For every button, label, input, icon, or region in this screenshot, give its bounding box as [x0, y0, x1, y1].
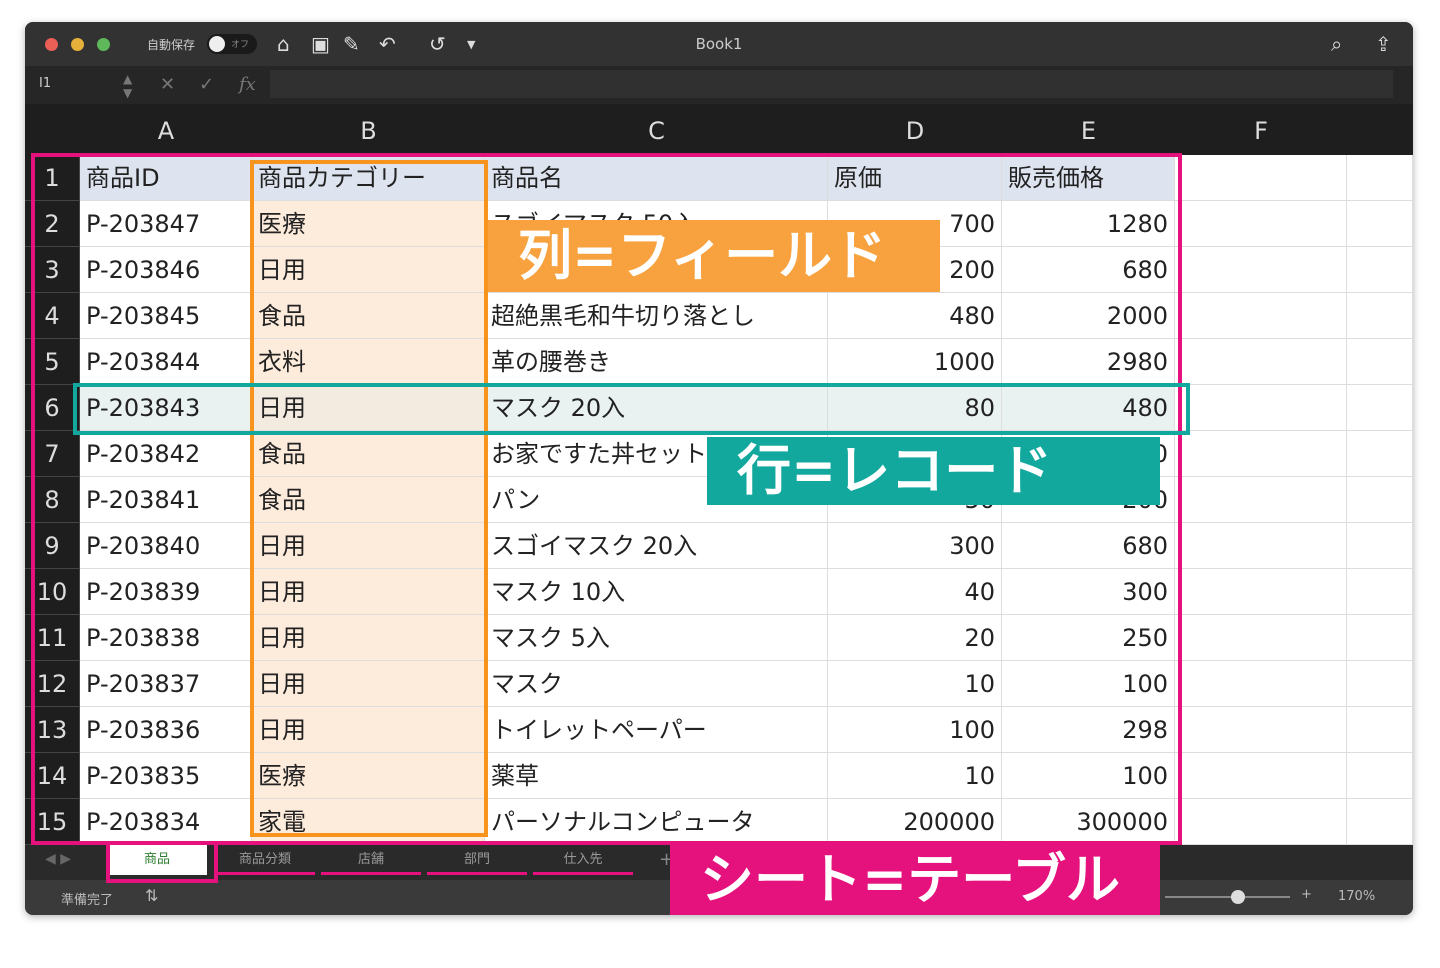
- sheet-tab[interactable]: 仕入先: [533, 845, 633, 875]
- function-icon[interactable]: fx: [239, 74, 256, 95]
- macro-record-icon[interactable]: ⇅: [145, 886, 158, 905]
- table-cell[interactable]: [1175, 523, 1347, 569]
- table-cell[interactable]: [1175, 477, 1347, 523]
- table-cell[interactable]: [1175, 569, 1347, 615]
- column-header[interactable]: E: [1002, 104, 1176, 155]
- table-cell[interactable]: [1175, 339, 1347, 385]
- column-header[interactable]: B: [252, 104, 486, 155]
- table-cell[interactable]: [1347, 293, 1413, 339]
- column-header[interactable]: D: [828, 104, 1003, 155]
- table-cell[interactable]: [1347, 707, 1413, 753]
- tab-scroll-arrows-icon[interactable]: ◀ ▶: [45, 851, 71, 867]
- table-cell[interactable]: [1347, 385, 1413, 431]
- column-header[interactable]: C: [485, 104, 829, 155]
- table-cell[interactable]: [1347, 523, 1413, 569]
- sheet-annotation: シート=テーブル: [670, 845, 1160, 915]
- formula-input[interactable]: [270, 70, 1393, 98]
- cancel-icon[interactable]: ✕: [160, 74, 175, 95]
- table-cell[interactable]: [1175, 385, 1347, 431]
- table-cell[interactable]: [1175, 293, 1347, 339]
- table-cell[interactable]: [1175, 247, 1347, 293]
- table-cell[interactable]: [1175, 201, 1347, 247]
- window-title: Book1: [695, 35, 743, 53]
- row-highlight: [73, 383, 1190, 435]
- table-cell[interactable]: [1347, 661, 1413, 707]
- table-cell[interactable]: [1347, 201, 1413, 247]
- sheet-tab[interactable]: 店舗: [321, 845, 421, 875]
- title-bar: 自動保存 オフ ⌂ ▣ ✎ ↶ ↺ ▼ Book1 ⌕ ⇪: [25, 22, 1413, 66]
- row-annotation: 行=レコード: [707, 437, 1160, 505]
- table-cell[interactable]: [1175, 431, 1347, 477]
- share-icon[interactable]: ⇪: [1375, 32, 1392, 56]
- column-header[interactable]: F: [1175, 104, 1348, 155]
- name-box-stepper-icon[interactable]: ▲ ▼: [123, 72, 132, 100]
- table-cell[interactable]: [1175, 615, 1347, 661]
- table-cell[interactable]: [1347, 155, 1413, 201]
- formula-bar: I1 ▲ ▼ ✕ ✓ fx: [25, 66, 1413, 106]
- table-cell[interactable]: [1347, 477, 1413, 523]
- name-box[interactable]: I1: [39, 76, 51, 91]
- zoom-level: 170%: [1338, 889, 1376, 904]
- table-cell[interactable]: [1347, 569, 1413, 615]
- zoom-slider[interactable]: [1165, 896, 1290, 898]
- table-cell[interactable]: [1347, 615, 1413, 661]
- table-cell[interactable]: [1175, 661, 1347, 707]
- table-cell[interactable]: [1347, 247, 1413, 293]
- column-annotation: 列=フィールド: [488, 220, 940, 292]
- sheet-tab[interactable]: 商品分類: [215, 845, 315, 875]
- zoom-slider-thumb[interactable]: [1231, 890, 1245, 904]
- search-icon[interactable]: ⌕: [1331, 32, 1342, 56]
- table-cell[interactable]: [1347, 753, 1413, 799]
- table-cell[interactable]: [1175, 155, 1347, 201]
- table-cell[interactable]: [1175, 753, 1347, 799]
- table-cell[interactable]: [1347, 339, 1413, 385]
- table-cell[interactable]: [1175, 799, 1347, 845]
- status-text: 準備完了: [61, 893, 114, 908]
- active-tab-highlight: [106, 843, 218, 883]
- column-header[interactable]: [1347, 104, 1413, 155]
- column-header[interactable]: A: [80, 104, 253, 155]
- table-cell[interactable]: [1347, 431, 1413, 477]
- sheet-tab[interactable]: 部門: [427, 845, 527, 875]
- confirm-icon[interactable]: ✓: [199, 74, 214, 95]
- select-all-corner[interactable]: [25, 104, 81, 155]
- table-cell[interactable]: [1175, 707, 1347, 753]
- zoom-in-icon[interactable]: +: [1301, 887, 1312, 902]
- table-cell[interactable]: [1347, 799, 1413, 845]
